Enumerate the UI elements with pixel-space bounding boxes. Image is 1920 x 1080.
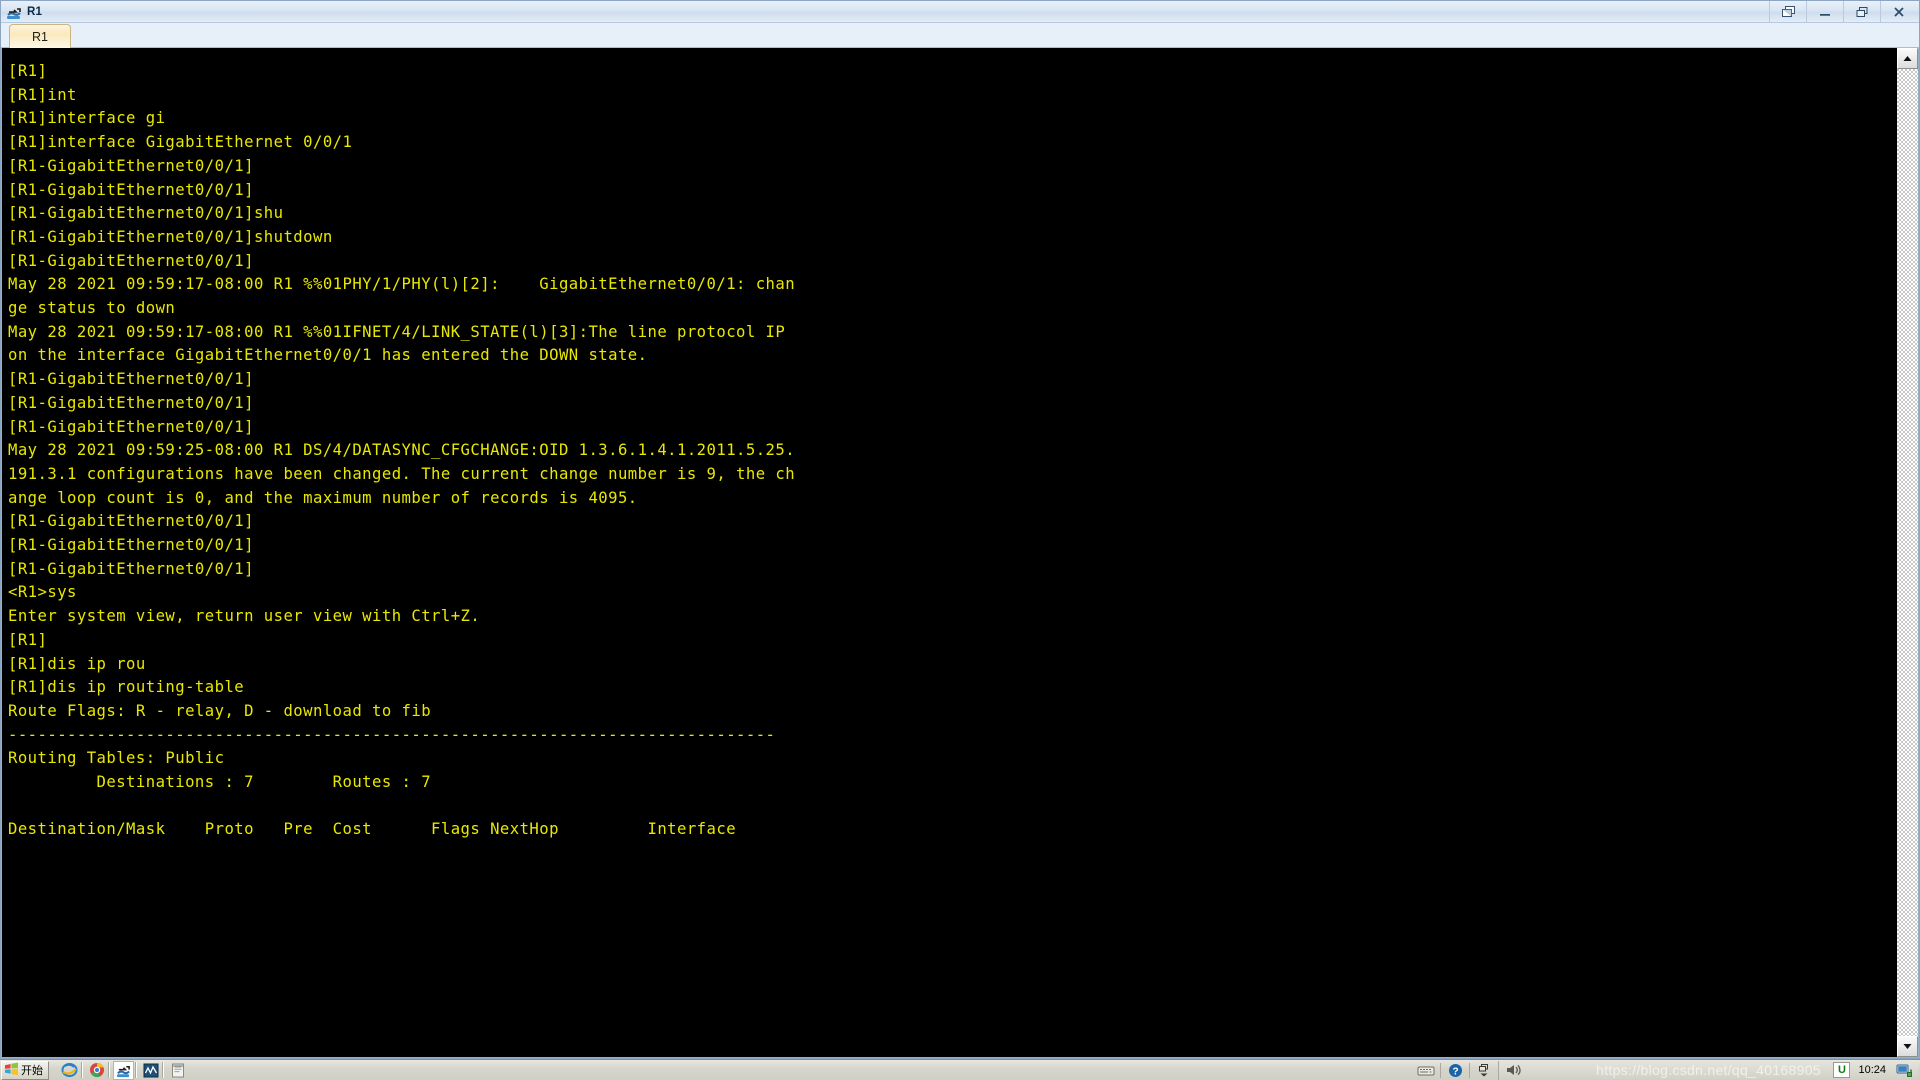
maximize-restore-button[interactable] [1843, 1, 1880, 22]
scroll-up-arrow-icon[interactable] [1897, 48, 1918, 69]
terminal-line: [R1-GigabitEthernet0/0/1] [8, 512, 254, 531]
quick-launch-divider [135, 1062, 139, 1078]
quick-launch-divider [162, 1062, 166, 1078]
terminal-line: Destinations : 7 Routes : 7 [8, 773, 432, 792]
start-button[interactable]: 开始 [1, 1060, 49, 1080]
terminal-line: [R1] [8, 630, 48, 649]
volume-icon[interactable] [1503, 1062, 1523, 1079]
terminal-line: May 28 2021 09:59:17-08:00 R1 %%01PHY/1/… [8, 275, 796, 294]
terminal-line: [R1-GigabitEthernet0/0/1] [8, 156, 254, 175]
terminal-line: May 28 2021 09:59:25-08:00 R1 DS/4/DATAS… [8, 441, 796, 460]
quick-launch-divider [81, 1062, 85, 1078]
windows-taskbar: 开始 ? https://blog.csdn.net/qq_40168905 U… [0, 1059, 1920, 1080]
window-controls [1769, 1, 1917, 22]
terminal-line: [R1-GigabitEthernet0/0/1] [8, 536, 254, 555]
wireshark-icon[interactable] [140, 1061, 161, 1080]
terminal-line: [R1-GigabitEthernet0/0/1] [8, 251, 254, 270]
google-chrome-icon[interactable] [86, 1061, 107, 1080]
terminal-line: [R1-GigabitEthernet0/0/1]shu [8, 204, 284, 223]
restore-window-button[interactable] [1769, 1, 1806, 22]
terminal-line: ge status to down [8, 299, 176, 318]
terminal-area: [R1] [R1]int [R1]interface gi [R1]interface… [1, 48, 1919, 1058]
scroll-down-arrow-icon[interactable] [1897, 1036, 1918, 1057]
scrollbar-track[interactable] [1897, 69, 1918, 1036]
cli-output: [R1] [R1]int [R1]interface gi [R1]interface… [8, 60, 1890, 842]
tab-strip: R1 [1, 23, 1919, 48]
tray-divider [1440, 1062, 1441, 1078]
ensp-icon[interactable] [113, 1060, 134, 1080]
terminal-line: [R1]interface gi [8, 109, 166, 128]
terminal-line: <R1>sys [8, 583, 77, 602]
terminal-line: [R1]int [8, 85, 77, 104]
terminal-line: [R1-GigabitEthernet0/0/1] [8, 559, 254, 578]
close-button[interactable] [1880, 1, 1917, 22]
terminal-line: on the interface GigabitEthernet0/0/1 ha… [8, 346, 648, 365]
notepad-icon[interactable] [167, 1061, 188, 1080]
terminal-line: Destination/Mask Proto Pre Cost Flags Ne… [8, 820, 737, 839]
terminal-line: ange loop count is 0, and the maximum nu… [8, 488, 638, 507]
windows-logo-icon [4, 1062, 19, 1079]
quick-launch-divider [108, 1062, 112, 1078]
ime-indicator[interactable]: U [1833, 1062, 1851, 1078]
tab-r1[interactable]: R1 [9, 24, 71, 48]
help-icon[interactable]: ? [1445, 1062, 1465, 1079]
terminal-line: [R1-GigabitEthernet0/0/1] [8, 180, 254, 199]
terminal-line: ----------------------------------------… [8, 725, 776, 744]
terminal-line: Route Flags: R - relay, D - download to … [8, 701, 432, 720]
internet-explorer-icon[interactable] [59, 1061, 80, 1080]
terminal-line: Routing Tables: Public [8, 749, 225, 768]
title-bar: R1 [1, 1, 1919, 23]
system-tray: ? https://blog.csdn.net/qq_40168905 U 10… [1416, 1060, 1920, 1080]
terminal-line: [R1]interface GigabitEthernet 0/0/1 [8, 133, 353, 152]
vertical-scrollbar[interactable] [1896, 48, 1918, 1057]
terminal-line: 191.3.1 configurations have been changed… [8, 464, 796, 483]
minimize-button[interactable] [1806, 1, 1843, 22]
quick-launch-bar [59, 1060, 188, 1080]
terminal-line: [R1] [8, 62, 48, 80]
terminal-line: [R1-GigabitEthernet0/0/1] [8, 417, 254, 436]
show-hidden-icons-icon[interactable] [1474, 1062, 1494, 1079]
tray-divider [1469, 1062, 1470, 1078]
tab-label: R1 [32, 29, 48, 44]
tray-band: https://blog.csdn.net/qq_40168905 U 10:2… [1498, 1060, 1918, 1080]
terminal-line: [R1-GigabitEthernet0/0/1] [8, 393, 254, 412]
terminal-line: [R1-GigabitEthernet0/0/1] [8, 370, 254, 389]
terminal-line: [R1]dis ip routing-table [8, 678, 245, 697]
window-title: R1 [27, 5, 43, 18]
keyboard-icon[interactable] [1416, 1062, 1436, 1079]
network-icon[interactable] [1894, 1062, 1914, 1079]
tray-clock[interactable]: 10:24 [1855, 1064, 1889, 1076]
ensp-router-icon [6, 4, 22, 20]
terminal-line: [R1-GigabitEthernet0/0/1]shutdown [8, 227, 333, 246]
terminal-line: May 28 2021 09:59:17-08:00 R1 %%01IFNET/… [8, 322, 786, 341]
terminal-line: [R1]dis ip rou [8, 654, 146, 673]
cli-console[interactable]: [R1] [R1]int [R1]interface gi [R1]interface… [2, 48, 1896, 1057]
svg-text:?: ? [1452, 1066, 1458, 1077]
start-label: 开始 [21, 1065, 43, 1077]
terminal-line: Enter system view, return user view with… [8, 607, 481, 626]
ensp-cli-window: R1 R1 [R1] [R1]int [R1]interface gi [R1]… [0, 0, 1920, 1059]
